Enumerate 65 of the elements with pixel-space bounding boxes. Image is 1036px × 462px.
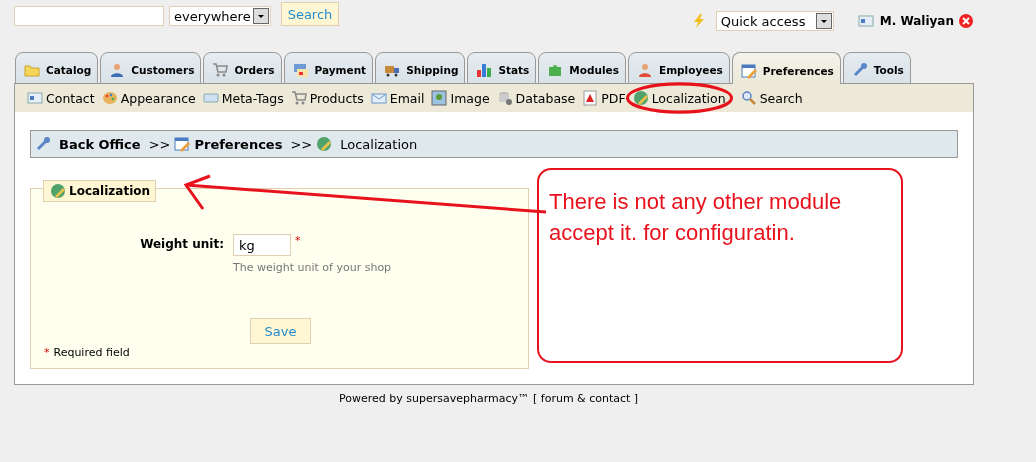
subtab-link[interactable]: Meta-Tags bbox=[202, 90, 284, 106]
pencil-window-icon bbox=[740, 62, 757, 79]
subtab-link[interactable]: Email bbox=[370, 90, 425, 106]
nav-tab[interactable]: Modules bbox=[538, 52, 626, 84]
search-icon bbox=[740, 90, 757, 106]
envelope-icon bbox=[370, 90, 387, 106]
scope-select[interactable]: everywhere bbox=[169, 6, 271, 26]
subtab-link[interactable]: Database bbox=[496, 90, 576, 106]
nav-tab[interactable]: Shipping bbox=[375, 52, 466, 84]
person-icon bbox=[636, 62, 653, 78]
nav-tab[interactable]: Stats bbox=[467, 52, 537, 84]
pencil-window-icon bbox=[174, 136, 191, 152]
footer-link[interactable]: [ forum & contact ] bbox=[533, 392, 639, 405]
user-name: M. Waliyan bbox=[879, 14, 954, 28]
wrench-icon bbox=[35, 136, 51, 152]
folder-icon bbox=[24, 62, 40, 78]
card-icon bbox=[857, 13, 874, 29]
fieldset-legend: Localization bbox=[43, 180, 157, 202]
nav-tab[interactable]: Tools bbox=[842, 52, 911, 84]
caret-icon bbox=[815, 13, 832, 29]
breadcrumb-item: Preferences bbox=[194, 136, 283, 152]
nav-tab[interactable]: Preferences bbox=[731, 52, 841, 84]
nav-tab[interactable]: Catalog bbox=[15, 52, 99, 84]
nav-tab[interactable]: Payment bbox=[283, 52, 374, 84]
close-icon[interactable] bbox=[958, 13, 974, 29]
subtab-link[interactable]: Contact bbox=[27, 90, 95, 106]
puzzle-icon bbox=[547, 62, 564, 78]
subtab-link[interactable]: Products bbox=[290, 90, 364, 106]
breadcrumb-separator: >> bbox=[148, 136, 171, 152]
field-label: Weight unit: bbox=[139, 236, 224, 253]
cart-icon bbox=[290, 90, 307, 106]
globe-icon bbox=[50, 183, 66, 199]
keyboard-icon bbox=[202, 90, 219, 106]
card-icon bbox=[292, 62, 309, 78]
breadcrumb-item: Back Office bbox=[59, 136, 141, 152]
breadcrumb-item: Localization bbox=[340, 136, 418, 152]
card-icon bbox=[27, 90, 43, 106]
globe-icon bbox=[632, 90, 649, 106]
cart-icon bbox=[212, 62, 229, 78]
field-hint: The weight unit of your shop bbox=[233, 261, 392, 274]
bar-chart-icon bbox=[476, 62, 493, 78]
annotation-note: There is not any other module accept it. for configuratin. bbox=[537, 168, 903, 363]
person-icon bbox=[109, 62, 126, 78]
weight-unit-field[interactable]: kg bbox=[233, 234, 291, 256]
palette-icon bbox=[101, 90, 118, 106]
required-mark: * bbox=[44, 346, 50, 359]
search-field[interactable] bbox=[14, 6, 164, 26]
quick-access-select[interactable]: Quick access bbox=[715, 11, 834, 31]
nav-tab[interactable]: Employees bbox=[627, 52, 730, 84]
caret-icon bbox=[252, 8, 269, 24]
pdf-document-icon bbox=[582, 90, 599, 106]
nav-tab[interactable]: Orders bbox=[203, 52, 282, 84]
subtab-link[interactable]: Appearance bbox=[101, 90, 196, 106]
globe-icon bbox=[316, 136, 333, 152]
nav-tab[interactable]: Customers bbox=[100, 52, 202, 84]
subtab-link[interactable]: PDF bbox=[582, 90, 626, 106]
subtab-link[interactable]: Search bbox=[740, 90, 803, 106]
image-icon bbox=[431, 90, 448, 106]
required-mark: * bbox=[295, 234, 301, 249]
required-note: Required field bbox=[53, 346, 130, 359]
breadcrumb-separator: >> bbox=[290, 136, 313, 152]
database-gear-icon bbox=[496, 90, 513, 106]
wrench-icon bbox=[851, 62, 868, 78]
subtab-link[interactable]: Image bbox=[431, 90, 490, 106]
footer-text: Powered by supersavepharmacy™ bbox=[339, 392, 529, 405]
